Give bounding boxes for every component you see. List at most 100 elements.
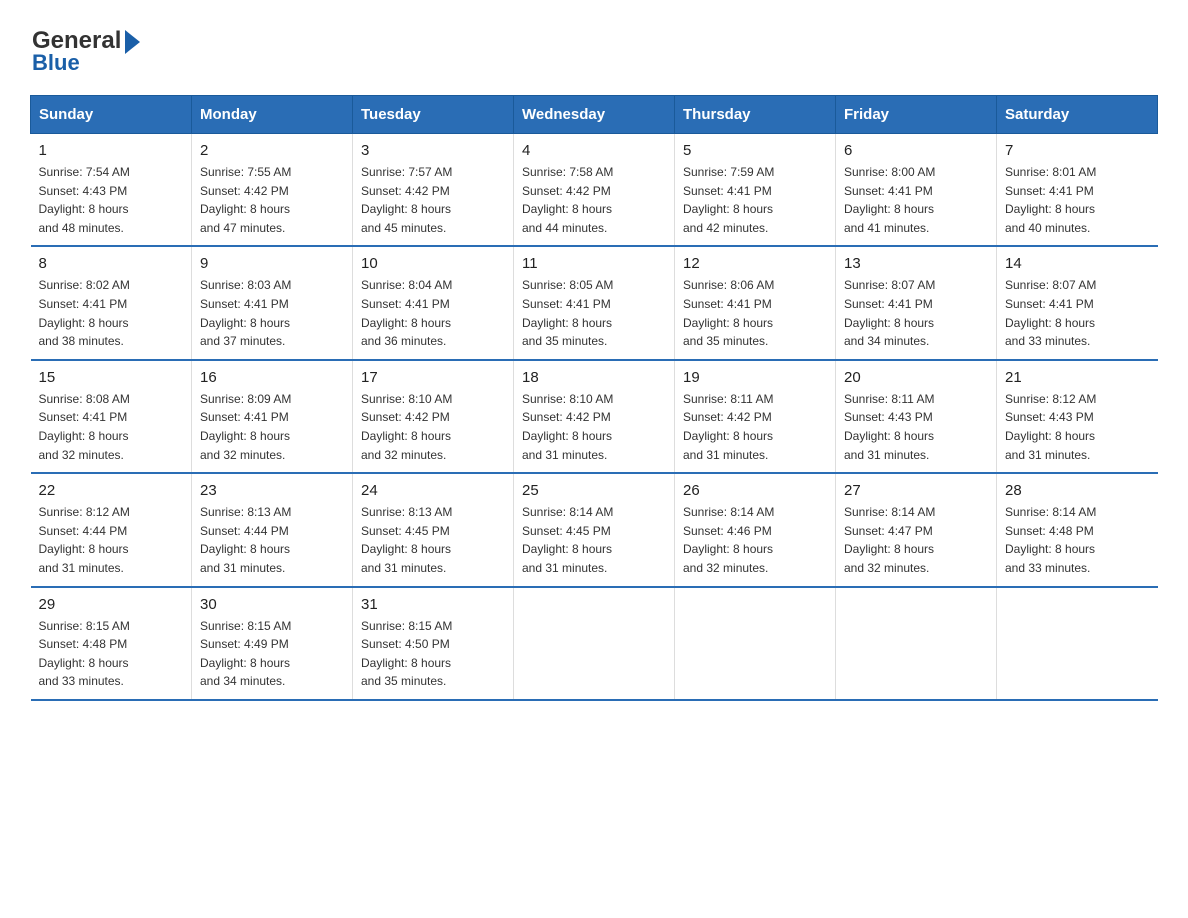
day-number: 18 [522,369,666,386]
day-info: Sunrise: 8:15 AMSunset: 4:48 PMDaylight:… [39,617,184,691]
day-number: 19 [683,369,827,386]
day-number: 21 [1005,369,1150,386]
day-number: 2 [200,142,344,159]
day-info: Sunrise: 8:14 AMSunset: 4:47 PMDaylight:… [844,503,988,577]
day-number: 16 [200,369,344,386]
header-sunday: Sunday [31,96,192,134]
calendar-cell: 6 Sunrise: 8:00 AMSunset: 4:41 PMDayligh… [836,134,997,247]
day-info: Sunrise: 8:14 AMSunset: 4:48 PMDaylight:… [1005,503,1150,577]
day-info: Sunrise: 7:59 AMSunset: 4:41 PMDaylight:… [683,163,827,237]
day-info: Sunrise: 8:04 AMSunset: 4:41 PMDaylight:… [361,276,505,350]
day-info: Sunrise: 7:58 AMSunset: 4:42 PMDaylight:… [522,163,666,237]
calendar-cell: 22 Sunrise: 8:12 AMSunset: 4:44 PMDaylig… [31,473,192,586]
svg-text:Blue: Blue [32,50,80,75]
calendar-cell: 7 Sunrise: 8:01 AMSunset: 4:41 PMDayligh… [997,134,1158,247]
day-info: Sunrise: 8:02 AMSunset: 4:41 PMDaylight:… [39,276,184,350]
calendar-cell: 30 Sunrise: 8:15 AMSunset: 4:49 PMDaylig… [192,587,353,700]
day-number: 22 [39,482,184,499]
day-number: 25 [522,482,666,499]
day-number: 14 [1005,255,1150,272]
header-saturday: Saturday [997,96,1158,134]
calendar-cell: 27 Sunrise: 8:14 AMSunset: 4:47 PMDaylig… [836,473,997,586]
calendar-cell: 16 Sunrise: 8:09 AMSunset: 4:41 PMDaylig… [192,360,353,473]
day-number: 11 [522,255,666,272]
calendar-cell: 10 Sunrise: 8:04 AMSunset: 4:41 PMDaylig… [353,246,514,359]
calendar-week-3: 15 Sunrise: 8:08 AMSunset: 4:41 PMDaylig… [31,360,1158,473]
calendar-cell: 4 Sunrise: 7:58 AMSunset: 4:42 PMDayligh… [514,134,675,247]
day-number: 23 [200,482,344,499]
calendar-cell: 23 Sunrise: 8:13 AMSunset: 4:44 PMDaylig… [192,473,353,586]
day-info: Sunrise: 8:05 AMSunset: 4:41 PMDaylight:… [522,276,666,350]
day-number: 15 [39,369,184,386]
day-number: 24 [361,482,505,499]
calendar-cell: 17 Sunrise: 8:10 AMSunset: 4:42 PMDaylig… [353,360,514,473]
day-info: Sunrise: 8:03 AMSunset: 4:41 PMDaylight:… [200,276,344,350]
calendar-cell: 2 Sunrise: 7:55 AMSunset: 4:42 PMDayligh… [192,134,353,247]
day-info: Sunrise: 8:08 AMSunset: 4:41 PMDaylight:… [39,390,184,464]
day-info: Sunrise: 8:10 AMSunset: 4:42 PMDaylight:… [361,390,505,464]
day-info: Sunrise: 8:09 AMSunset: 4:41 PMDaylight:… [200,390,344,464]
day-number: 29 [39,596,184,613]
calendar-cell: 26 Sunrise: 8:14 AMSunset: 4:46 PMDaylig… [675,473,836,586]
day-number: 26 [683,482,827,499]
day-number: 30 [200,596,344,613]
calendar-table: SundayMondayTuesdayWednesdayThursdayFrid… [30,95,1158,701]
day-info: Sunrise: 8:15 AMSunset: 4:50 PMDaylight:… [361,617,505,691]
day-number: 12 [683,255,827,272]
header-wednesday: Wednesday [514,96,675,134]
day-number: 8 [39,255,184,272]
day-number: 4 [522,142,666,159]
day-info: Sunrise: 8:07 AMSunset: 4:41 PMDaylight:… [844,276,988,350]
day-info: Sunrise: 8:10 AMSunset: 4:42 PMDaylight:… [522,390,666,464]
calendar-cell: 28 Sunrise: 8:14 AMSunset: 4:48 PMDaylig… [997,473,1158,586]
day-info: Sunrise: 8:06 AMSunset: 4:41 PMDaylight:… [683,276,827,350]
day-info: Sunrise: 8:00 AMSunset: 4:41 PMDaylight:… [844,163,988,237]
calendar-cell: 19 Sunrise: 8:11 AMSunset: 4:42 PMDaylig… [675,360,836,473]
calendar-cell: 5 Sunrise: 7:59 AMSunset: 4:41 PMDayligh… [675,134,836,247]
calendar-cell: 25 Sunrise: 8:14 AMSunset: 4:45 PMDaylig… [514,473,675,586]
calendar-cell: 20 Sunrise: 8:11 AMSunset: 4:43 PMDaylig… [836,360,997,473]
calendar-cell: 21 Sunrise: 8:12 AMSunset: 4:43 PMDaylig… [997,360,1158,473]
calendar-cell: 24 Sunrise: 8:13 AMSunset: 4:45 PMDaylig… [353,473,514,586]
calendar-week-1: 1 Sunrise: 7:54 AMSunset: 4:43 PMDayligh… [31,134,1158,247]
calendar-cell: 14 Sunrise: 8:07 AMSunset: 4:41 PMDaylig… [997,246,1158,359]
day-info: Sunrise: 8:13 AMSunset: 4:45 PMDaylight:… [361,503,505,577]
header-thursday: Thursday [675,96,836,134]
calendar-cell: 1 Sunrise: 7:54 AMSunset: 4:43 PMDayligh… [31,134,192,247]
day-number: 10 [361,255,505,272]
calendar-cell: 9 Sunrise: 8:03 AMSunset: 4:41 PMDayligh… [192,246,353,359]
day-info: Sunrise: 8:13 AMSunset: 4:44 PMDaylight:… [200,503,344,577]
header-tuesday: Tuesday [353,96,514,134]
calendar-cell: 13 Sunrise: 8:07 AMSunset: 4:41 PMDaylig… [836,246,997,359]
day-number: 7 [1005,142,1150,159]
day-info: Sunrise: 8:15 AMSunset: 4:49 PMDaylight:… [200,617,344,691]
header-friday: Friday [836,96,997,134]
calendar-cell [997,587,1158,700]
day-info: Sunrise: 7:55 AMSunset: 4:42 PMDaylight:… [200,163,344,237]
day-info: Sunrise: 8:07 AMSunset: 4:41 PMDaylight:… [1005,276,1150,350]
calendar-header-row: SundayMondayTuesdayWednesdayThursdayFrid… [31,96,1158,134]
calendar-cell: 18 Sunrise: 8:10 AMSunset: 4:42 PMDaylig… [514,360,675,473]
header-monday: Monday [192,96,353,134]
day-number: 5 [683,142,827,159]
day-number: 6 [844,142,988,159]
day-number: 20 [844,369,988,386]
calendar-cell: 8 Sunrise: 8:02 AMSunset: 4:41 PMDayligh… [31,246,192,359]
day-number: 3 [361,142,505,159]
day-number: 1 [39,142,184,159]
calendar-week-4: 22 Sunrise: 8:12 AMSunset: 4:44 PMDaylig… [31,473,1158,586]
logo: General Blue [30,20,160,75]
day-number: 13 [844,255,988,272]
day-info: Sunrise: 8:11 AMSunset: 4:43 PMDaylight:… [844,390,988,464]
calendar-cell: 31 Sunrise: 8:15 AMSunset: 4:50 PMDaylig… [353,587,514,700]
day-info: Sunrise: 7:57 AMSunset: 4:42 PMDaylight:… [361,163,505,237]
calendar-cell [675,587,836,700]
calendar-cell [514,587,675,700]
day-info: Sunrise: 8:14 AMSunset: 4:46 PMDaylight:… [683,503,827,577]
day-info: Sunrise: 8:01 AMSunset: 4:41 PMDaylight:… [1005,163,1150,237]
page-header: General Blue [30,20,1158,75]
calendar-cell [836,587,997,700]
day-info: Sunrise: 8:12 AMSunset: 4:43 PMDaylight:… [1005,390,1150,464]
day-info: Sunrise: 8:11 AMSunset: 4:42 PMDaylight:… [683,390,827,464]
day-info: Sunrise: 7:54 AMSunset: 4:43 PMDaylight:… [39,163,184,237]
